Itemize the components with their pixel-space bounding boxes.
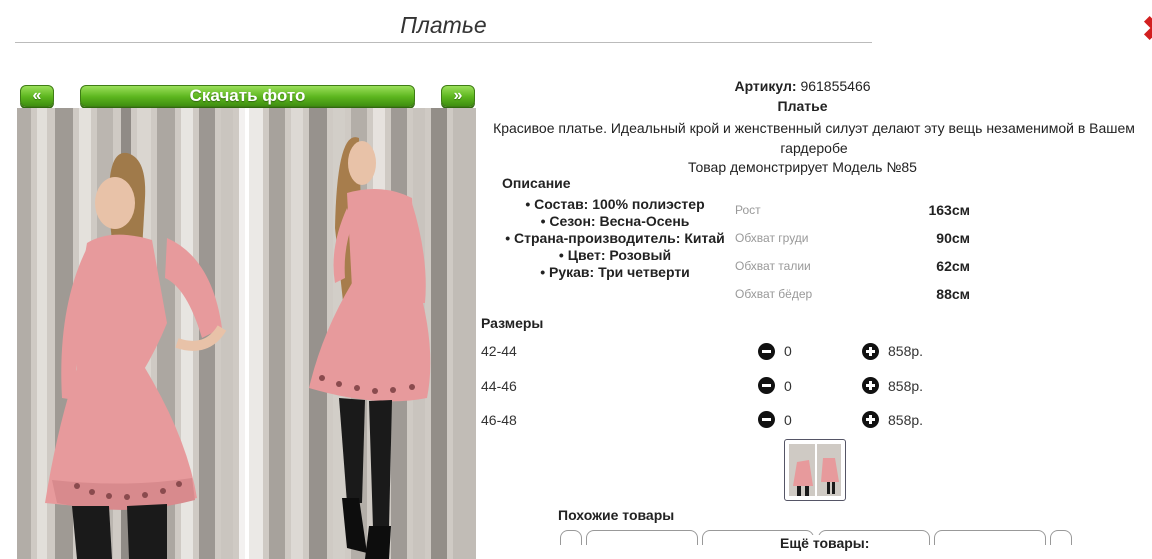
measurement-label: Обхват талии — [735, 259, 811, 273]
product-tagline: Красивое платье. Идеальный крой и женств… — [493, 120, 1135, 156]
decrease-qty-button[interactable] — [758, 343, 775, 360]
increase-qty-button[interactable] — [862, 411, 879, 428]
description-item: Страна-производитель: Китай — [480, 230, 750, 247]
title-divider — [15, 42, 872, 43]
size-price: 858р. — [888, 412, 924, 428]
download-photo-button[interactable]: Скачать фото — [80, 85, 415, 107]
product-name: Платье — [777, 98, 828, 114]
photo-thumbnail[interactable] — [784, 439, 846, 501]
model-info: Товар демонстрирует Модель №85 — [688, 159, 917, 175]
measurement-label: Обхват груди — [735, 231, 809, 245]
increase-qty-button[interactable] — [862, 343, 879, 360]
measurement-label: Обхват бёдер — [735, 287, 813, 301]
article-label: Артикул: — [734, 78, 797, 94]
description-list: Состав: 100% полиэстер Сезон: Весна-Осен… — [480, 196, 750, 281]
description-item: Цвет: Розовый — [480, 247, 750, 264]
article-number: 961855466 — [800, 78, 871, 94]
measurement-value: 90см — [936, 230, 970, 246]
page-title: Платье — [400, 12, 487, 38]
similar-tab[interactable] — [1050, 530, 1072, 545]
article-line: Артикул: 961855466 — [480, 78, 1125, 94]
product-photo — [17, 108, 476, 559]
more-products-label: Ещё товары: — [778, 535, 872, 551]
description-item: Рукав: Три четверти — [480, 264, 750, 281]
size-label: 44-46 — [481, 378, 517, 394]
similar-tab[interactable] — [934, 530, 1046, 545]
size-price: 858р. — [888, 378, 924, 394]
measurement-label: Рост — [735, 203, 761, 217]
size-label: 42-44 — [481, 343, 517, 359]
close-icon[interactable] — [1139, 14, 1152, 46]
increase-qty-button[interactable] — [862, 377, 879, 394]
similar-products-title: Похожие товары — [558, 507, 675, 523]
measurement-value: 88см — [936, 286, 970, 302]
measurement-value: 62см — [936, 258, 970, 274]
size-price: 858р. — [888, 343, 924, 359]
similar-tab[interactable] — [586, 530, 698, 545]
quantity-value: 0 — [784, 412, 792, 428]
decrease-qty-button[interactable] — [758, 377, 775, 394]
decrease-qty-button[interactable] — [758, 411, 775, 428]
description-item: Состав: 100% полиэстер — [480, 196, 750, 213]
next-photo-button[interactable]: » — [441, 85, 475, 107]
prev-photo-button[interactable]: « — [20, 85, 54, 107]
quantity-value: 0 — [784, 378, 792, 394]
similar-tab[interactable] — [560, 530, 582, 545]
description-title: Описание — [502, 175, 571, 191]
description-item: Сезон: Весна-Осень — [480, 213, 750, 230]
quantity-value: 0 — [784, 343, 792, 359]
size-label: 46-48 — [481, 412, 517, 428]
sizes-title: Размеры — [481, 315, 544, 331]
measurement-value: 163см — [928, 202, 970, 218]
